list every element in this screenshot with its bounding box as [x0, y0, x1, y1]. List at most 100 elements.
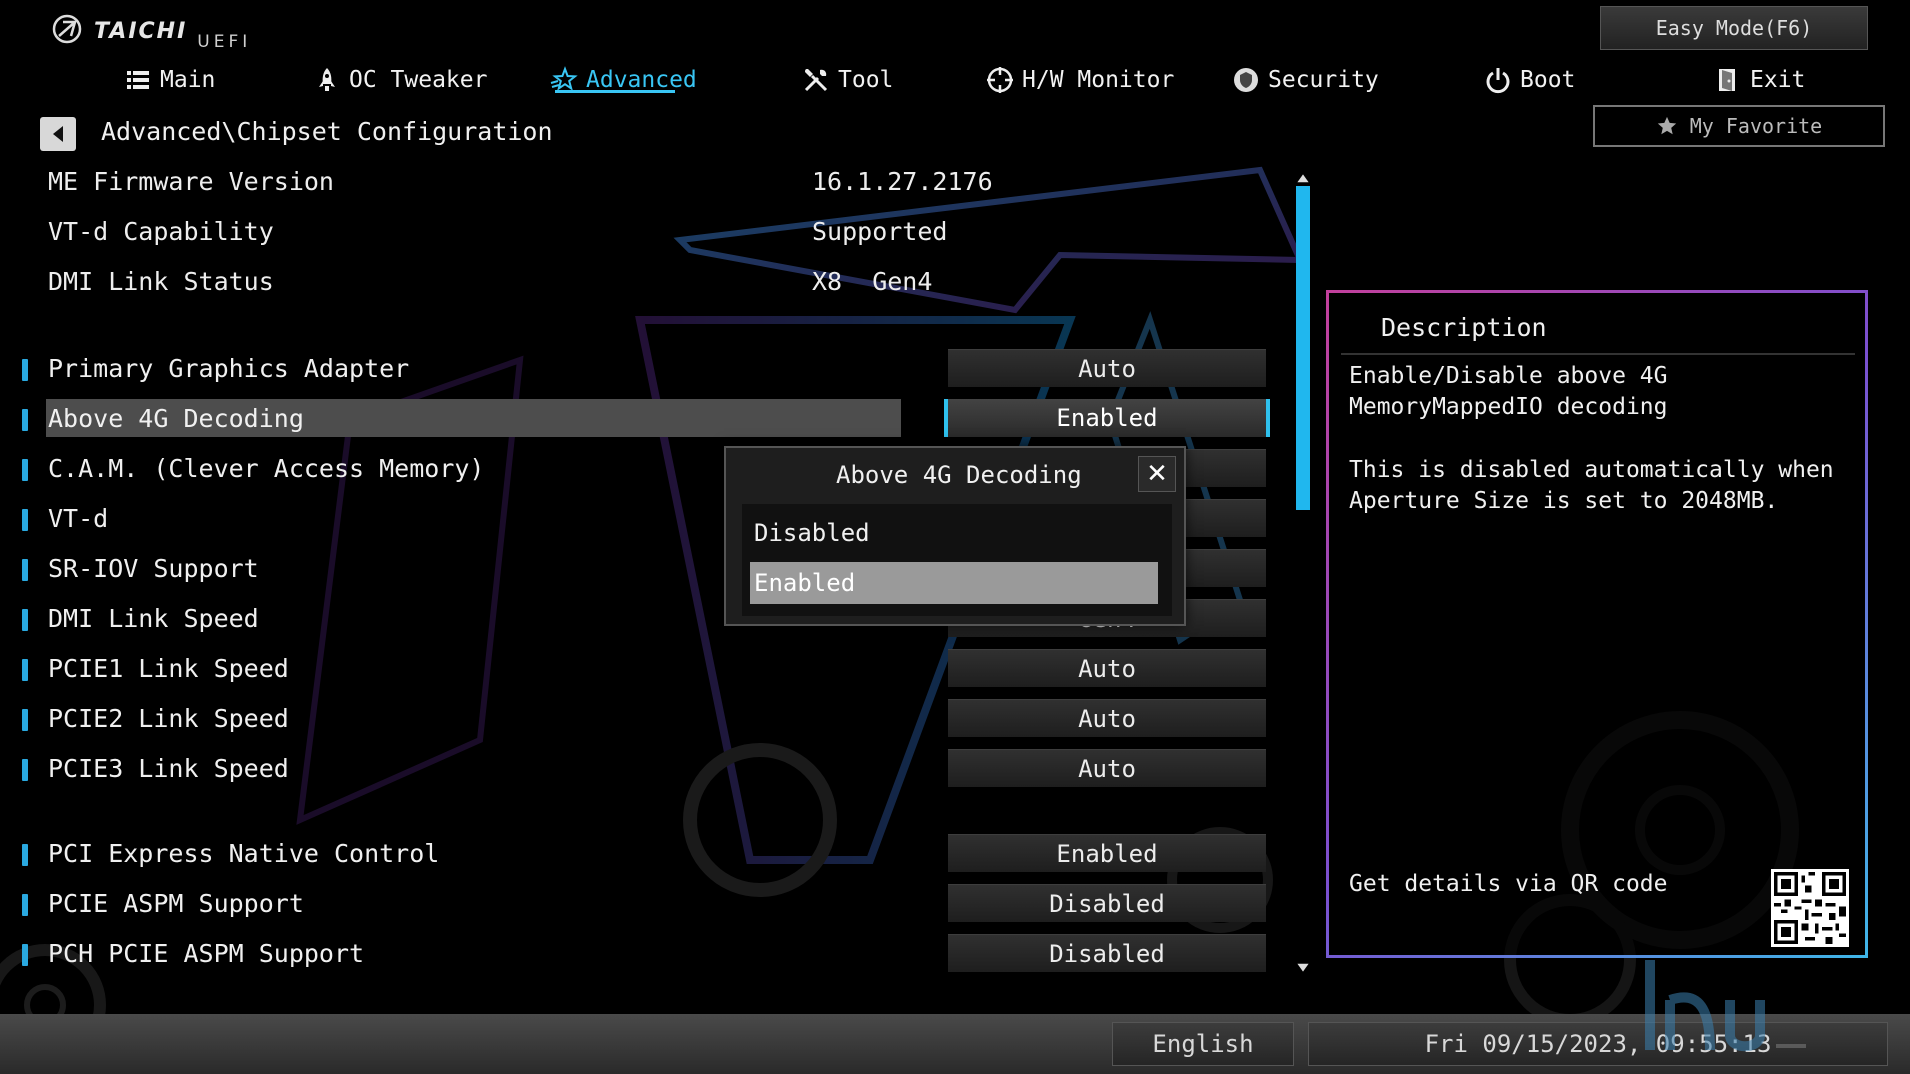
setting-marker: [22, 894, 28, 916]
tab-oc-tweaker-label: OC Tweaker: [349, 67, 488, 93]
setting-primary-graphics-adapter[interactable]: Primary Graphics Adapter Auto: [0, 349, 1290, 389]
setting-label: PCIE2 Link Speed: [48, 704, 289, 733]
scroll-up-arrow[interactable]: [1297, 174, 1309, 183]
qr-label: Get details via QR code: [1349, 871, 1668, 897]
setting-label: PCI Express Native Control: [48, 839, 440, 868]
scroll-down-arrow[interactable]: [1297, 963, 1309, 972]
setting-marker: [22, 509, 28, 531]
scrollbar-thumb[interactable]: [1296, 186, 1310, 510]
setting-value-button[interactable]: Enabled: [944, 399, 1270, 437]
setting-label: SR-IOV Support: [48, 554, 259, 583]
setting-pci-express-native-control[interactable]: PCI Express Native Control Enabled: [0, 834, 1290, 874]
setting-marker: [22, 409, 28, 431]
setting-value-button[interactable]: Disabled: [948, 884, 1266, 922]
tab-advanced[interactable]: Advanced: [550, 58, 697, 102]
setting-label: VT-d: [48, 504, 109, 533]
popup-title: Above 4G Decoding: [836, 461, 1082, 489]
setting-label: C.A.M. (Clever Access Memory): [48, 454, 485, 483]
description-panel: Description Enable/Disable above 4G Memo…: [1326, 290, 1868, 958]
tab-tool-label: Tool: [838, 67, 894, 93]
tab-security[interactable]: Security: [1232, 58, 1379, 102]
setting-value-button[interactable]: Auto: [948, 349, 1266, 387]
star-icon: [1657, 116, 1676, 135]
setting-label: Above 4G Decoding: [48, 404, 304, 433]
tab-hw-monitor[interactable]: H/W Monitor: [986, 58, 1174, 102]
description-divider: [1341, 353, 1855, 355]
setting-marker: [22, 459, 28, 481]
brand-logo: TAICHI UEFI: [50, 14, 251, 52]
main-nav: Main OC Tweaker Advanced Tool H/W Monito…: [0, 58, 1910, 102]
setting-label: Primary Graphics Adapter: [48, 354, 410, 383]
description-line: MemoryMappedIO decoding: [1349, 394, 1668, 420]
tab-exit-label: Exit: [1750, 67, 1806, 93]
list-icon: [127, 71, 149, 89]
easy-mode-button[interactable]: Easy Mode(F6): [1600, 6, 1868, 50]
close-icon: ✕: [1146, 459, 1168, 489]
active-tab-underline: [555, 90, 675, 93]
close-button[interactable]: ✕: [1138, 456, 1176, 492]
setting-pch-pcie-aspm-support[interactable]: PCH PCIE ASPM Support Disabled: [0, 934, 1290, 974]
back-button[interactable]: [40, 117, 76, 151]
setting-label: PCIE3 Link Speed: [48, 754, 289, 783]
setting-label: PCH PCIE ASPM Support: [48, 939, 365, 968]
crosshair-icon: [987, 67, 1013, 93]
power-icon: [1486, 68, 1510, 94]
setting-value-button[interactable]: Auto: [948, 649, 1266, 687]
shield-icon: [1234, 68, 1258, 92]
setting-marker: [22, 709, 28, 731]
setting-value-button[interactable]: Enabled: [948, 834, 1266, 872]
brand-sub: UEFI: [197, 32, 252, 52]
info-label-vtd-capability: VT-d Capability: [48, 217, 274, 246]
setting-value-button[interactable]: Auto: [948, 749, 1266, 787]
info-value-me-firmware: 16.1.27.2176: [812, 167, 993, 196]
popup-option-enabled[interactable]: Enabled: [750, 562, 1158, 604]
description-line: Aperture Size is set to 2048MB.: [1349, 488, 1779, 514]
setting-pcie2-link-speed[interactable]: PCIE2 Link Speed Auto: [0, 699, 1290, 739]
setting-label: PCIE1 Link Speed: [48, 654, 289, 683]
info-value-dmi-link-status: X8 Gen4: [812, 267, 933, 296]
watermark-logo-icon: [1645, 960, 1806, 1052]
setting-marker: [22, 944, 28, 966]
setting-label: PCIE ASPM Support: [48, 889, 304, 918]
setting-marker: [22, 609, 28, 631]
description-line: Enable/Disable above 4G: [1349, 363, 1668, 389]
setting-pcie3-link-speed[interactable]: PCIE3 Link Speed Auto: [0, 749, 1290, 789]
brand-name: TAICHI: [94, 19, 188, 44]
setting-marker: [22, 559, 28, 581]
chevron-left-icon: [53, 126, 63, 142]
setting-label: DMI Link Speed: [48, 604, 259, 633]
option-popup: Above 4G Decoding ✕ Disabled Enabled: [724, 446, 1186, 626]
info-value-vtd-capability: Supported: [812, 217, 948, 246]
breadcrumb: Advanced\Chipset Configuration: [101, 117, 553, 146]
tab-tool[interactable]: Tool: [802, 58, 893, 102]
tab-oc-tweaker[interactable]: OC Tweaker: [313, 58, 487, 102]
popup-option-disabled[interactable]: Disabled: [742, 512, 1172, 554]
setting-marker: [22, 759, 28, 781]
setting-marker: [22, 844, 28, 866]
popup-option-list: Disabled Enabled: [742, 504, 1172, 616]
info-label-dmi-link-status: DMI Link Status: [48, 267, 274, 296]
qr-code-icon: [1774, 872, 1846, 944]
tab-main-label: Main: [160, 67, 216, 93]
setting-marker: [22, 659, 28, 681]
tab-exit[interactable]: Exit: [1714, 58, 1805, 102]
setting-value-button[interactable]: Disabled: [948, 934, 1266, 972]
language-button[interactable]: English: [1112, 1022, 1294, 1066]
tab-hw-monitor-label: H/W Monitor: [1022, 67, 1175, 93]
my-favorite-label: My Favorite: [1689, 114, 1823, 138]
taichi-logo-icon: [52, 14, 82, 44]
tab-main[interactable]: Main: [124, 58, 215, 102]
setting-pcie-aspm-support[interactable]: PCIE ASPM Support Disabled: [0, 884, 1290, 924]
setting-value-button[interactable]: Auto: [948, 699, 1266, 737]
qr-code[interactable]: [1771, 869, 1849, 947]
description-title: Description: [1381, 313, 1547, 342]
setting-above-4g-decoding[interactable]: Above 4G Decoding Enabled: [0, 399, 1290, 439]
info-label-me-firmware: ME Firmware Version: [48, 167, 334, 196]
description-line: This is disabled automatically when: [1349, 457, 1834, 483]
tools-icon: [804, 69, 828, 92]
rocket-icon: [319, 68, 335, 91]
setting-pcie1-link-speed[interactable]: PCIE1 Link Speed Auto: [0, 649, 1290, 689]
tab-boot[interactable]: Boot: [1484, 58, 1575, 102]
exit-door-icon: [1719, 69, 1735, 91]
my-favorite-button[interactable]: My Favorite: [1593, 105, 1885, 147]
